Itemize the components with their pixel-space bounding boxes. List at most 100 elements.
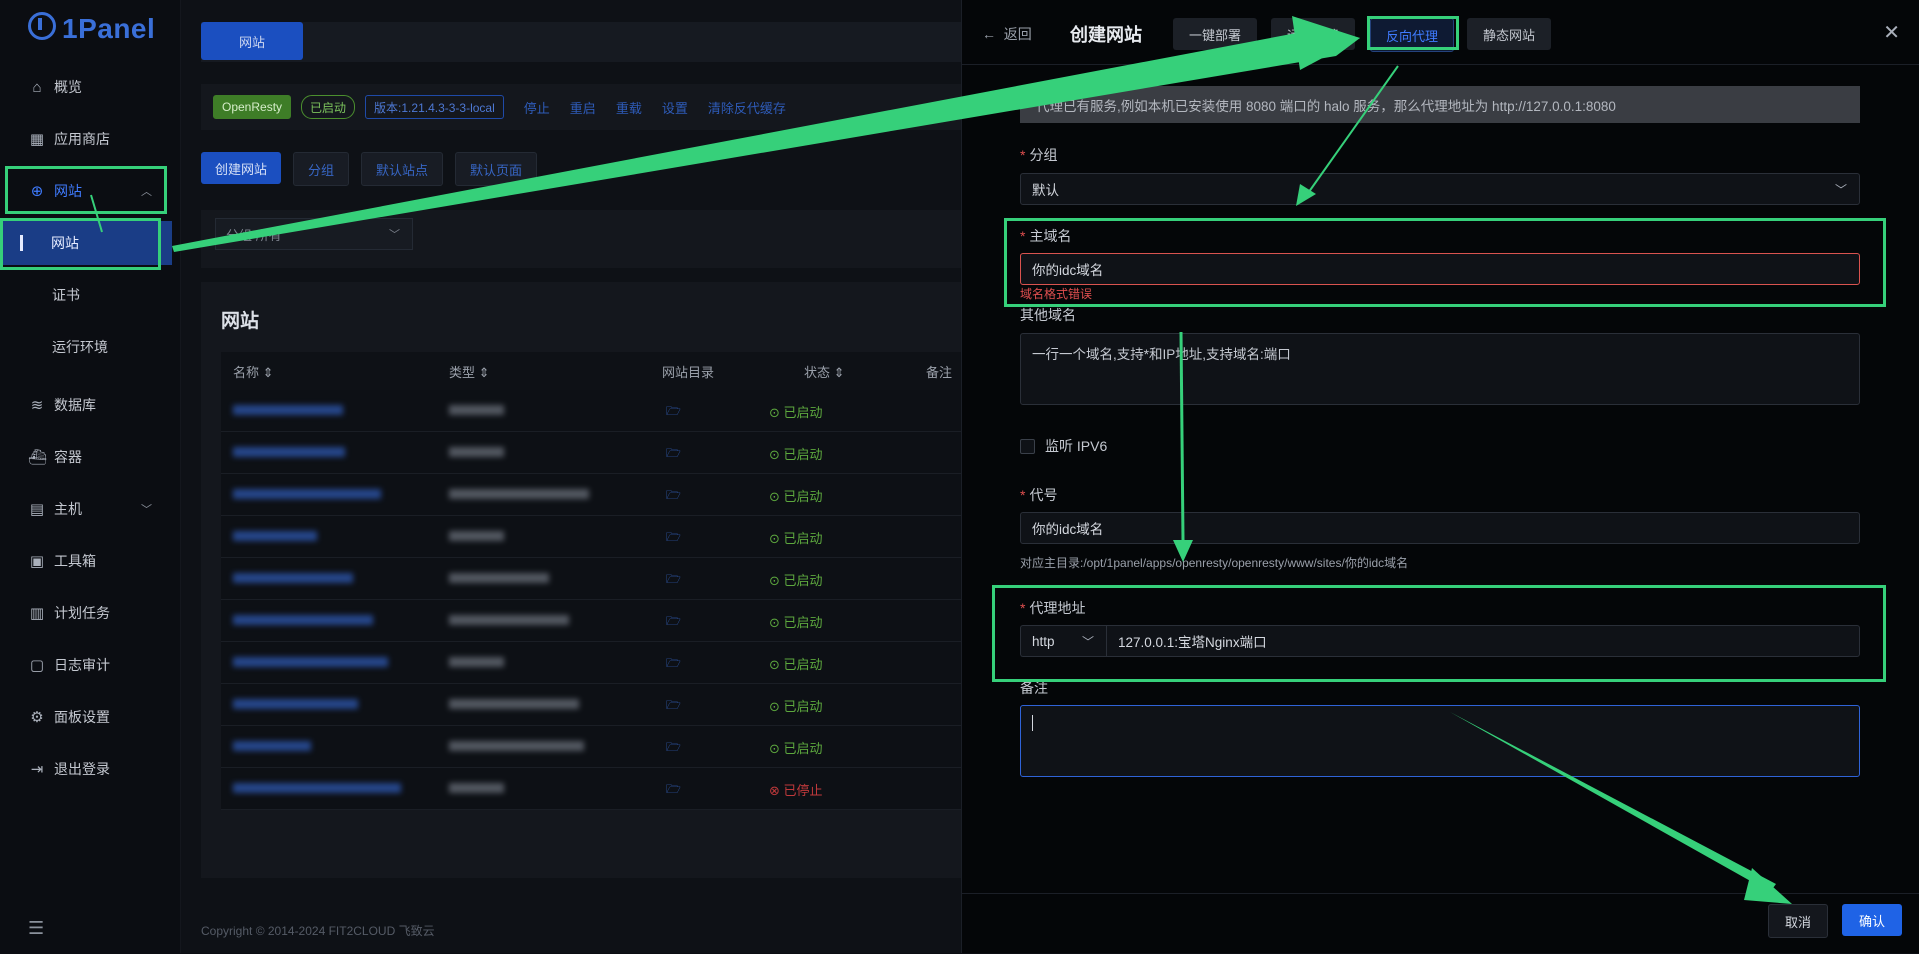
sidebar-item-toolbox[interactable]: ▣ 工具箱 — [0, 541, 180, 581]
group-filter-select[interactable]: 分组 所有 ﹀ — [215, 218, 413, 250]
table-row[interactable]: 🗁 ⊙ 已启动 — [221, 726, 1001, 768]
folder-icon[interactable]: 🗁 — [666, 570, 681, 591]
sidebar-item-website[interactable]: ⊕ 网站 ︿ — [0, 171, 180, 211]
sidebar-item-cron[interactable]: ▥ 计划任务 — [0, 593, 180, 633]
close-icon[interactable]: ✕ — [1883, 20, 1900, 45]
reload-link[interactable]: 重载 — [616, 98, 642, 117]
tab-strip — [201, 22, 981, 62]
table-row[interactable]: 🗁 ⊙ 已启动 — [221, 600, 1001, 642]
group-label: * 分组 — [1020, 147, 1058, 163]
create-website-button[interactable]: 创建网站 — [201, 152, 282, 184]
openresty-status-bar: OpenResty 已启动 版本:1.21.4.3-3-3-local 停止 重… — [201, 84, 981, 130]
default-site-button[interactable]: 默认站点 — [361, 152, 444, 186]
folder-icon[interactable]: 🗁 — [666, 528, 681, 549]
site-name-blurred[interactable] — [233, 573, 353, 583]
proxy-address-input[interactable]: 127.0.0.1:宝塔Nginx端口 — [1106, 625, 1860, 657]
other-domains-textarea[interactable]: 一行一个域名,支持*和IP地址,支持域名:端口 — [1020, 333, 1860, 405]
folder-icon[interactable]: 🗁 — [666, 780, 681, 801]
stop-link[interactable]: 停止 — [524, 98, 550, 117]
site-name-blurred[interactable] — [233, 405, 343, 415]
table-row[interactable]: 🗁 ⊙ 已启动 — [221, 642, 1001, 684]
folder-icon[interactable]: 🗁 — [666, 738, 681, 759]
group-select[interactable]: 默认 ﹀ — [1020, 173, 1860, 205]
app-logo: 1Panel — [28, 12, 155, 45]
folder-icon[interactable]: 🗁 — [666, 612, 681, 633]
site-type-blurred — [449, 447, 504, 457]
folder-icon[interactable]: 🗁 — [666, 486, 681, 507]
sidebar-item-log-audit[interactable]: ▢ 日志审计 — [0, 645, 180, 685]
settings-link[interactable]: 设置 — [662, 98, 688, 117]
grid-icon: ▦ — [29, 131, 45, 148]
table-row[interactable]: 🗁 ⊙ 已启动 — [221, 390, 1001, 432]
version-tag: 版本:1.21.4.3-3-3-local — [365, 95, 504, 119]
clear-proxy-cache-link[interactable]: 清除反代缓存 — [708, 98, 786, 117]
sidebar-subitem-website[interactable]: 网站 — [0, 221, 172, 265]
primary-domain-error: 域名格式错误 — [1020, 287, 1093, 301]
remark-textarea[interactable] — [1020, 705, 1860, 777]
sidebar-subitem-runtime[interactable]: 运行环境 — [0, 325, 172, 369]
table-row[interactable]: 🗁 ⊙ 已启动 — [221, 432, 1001, 474]
status-cell: ⊙ 已启动 — [769, 447, 823, 462]
back-button[interactable]: ← 返回 — [982, 24, 1032, 44]
tab-static-site[interactable]: 静态网站 — [1467, 18, 1551, 50]
tab-one-click-deploy[interactable]: 一键部署 — [1173, 18, 1257, 50]
primary-domain-label: * 主域名 — [1020, 228, 1072, 244]
log-icon: ▢ — [29, 657, 45, 674]
sidebar-subitem-certificate[interactable]: 证书 — [0, 273, 172, 317]
proxy-protocol-select[interactable]: http ﹀ — [1020, 625, 1106, 657]
home-icon: ⌂ — [32, 78, 42, 96]
folder-icon[interactable]: 🗁 — [666, 444, 681, 465]
chevron-up-icon: ︿ — [141, 186, 152, 198]
sidebar-item-logout[interactable]: ⇥ 退出登录 — [0, 749, 180, 789]
chevron-down-icon: ﹀ — [141, 504, 152, 516]
tab-website[interactable]: 网站 — [201, 22, 303, 60]
site-name-blurred[interactable] — [233, 657, 388, 667]
ipv6-checkbox-row[interactable]: 监听 IPV6 — [1020, 436, 1107, 456]
site-name-blurred[interactable] — [233, 531, 317, 541]
sidebar-item-container[interactable]: ⛴ 容器 — [0, 437, 180, 477]
site-name-blurred[interactable] — [233, 699, 358, 709]
table-row[interactable]: 🗁 ⊙ 已启动 — [221, 684, 1001, 726]
cancel-button[interactable]: 取消 — [1768, 904, 1828, 938]
sidebar-item-settings[interactable]: ⚙ 面板设置 — [0, 697, 180, 737]
chevron-down-icon: ﹀ — [1081, 634, 1094, 649]
sidebar-item-host[interactable]: ▤ 主机 ﹀ — [0, 489, 180, 529]
site-type-blurred — [449, 573, 549, 583]
folder-icon[interactable]: 🗁 — [666, 696, 681, 717]
status-cell: ⊗ 已停止 — [769, 783, 823, 798]
table-row[interactable]: 🗁 ⊙ 已启动 — [221, 516, 1001, 558]
table-row[interactable]: 🗁 ⊙ 已启动 — [221, 474, 1001, 516]
create-website-drawer: ← 返回 创建网站 一键部署 运行环境 反向代理 静态网站 ✕ 代理已有服务,例… — [961, 0, 1919, 953]
column-name[interactable]: 名称 ⇕ — [233, 362, 274, 381]
site-name-blurred[interactable] — [233, 783, 401, 793]
default-page-button[interactable]: 默认页面 — [455, 152, 538, 186]
alias-input[interactable]: 你的idc域名 — [1020, 512, 1860, 544]
column-status[interactable]: 状态 ⇕ — [804, 362, 845, 381]
site-type-blurred — [449, 783, 504, 793]
restart-link[interactable]: 重启 — [570, 98, 596, 117]
site-name-blurred[interactable] — [233, 489, 381, 499]
folder-icon[interactable]: 🗁 — [666, 654, 681, 675]
collapse-menu-icon[interactable]: ☰ — [28, 918, 48, 939]
proxy-address-label: * 代理地址 — [1020, 600, 1086, 616]
calendar-icon: ▥ — [29, 605, 45, 622]
sidebar-item-app-store[interactable]: ▦ 应用商店 — [0, 119, 180, 159]
tab-runtime[interactable]: 运行环境 — [1271, 18, 1355, 50]
status-badge: 已启动 — [301, 95, 356, 119]
site-name-blurred[interactable] — [233, 741, 311, 751]
table-row[interactable]: 🗁 ⊗ 已停止 — [221, 768, 1001, 810]
sidebar-item-overview[interactable]: ⌂ 概览 — [0, 67, 180, 107]
column-type[interactable]: 类型 ⇕ — [449, 362, 490, 381]
primary-domain-input[interactable]: 你的idc域名 — [1020, 253, 1860, 285]
site-name-blurred[interactable] — [233, 615, 373, 625]
remark-label: 备注 — [1020, 680, 1048, 696]
sidebar-item-database[interactable]: ≋ 数据库 — [0, 385, 180, 425]
site-name-blurred[interactable] — [233, 447, 345, 457]
confirm-button[interactable]: 确认 — [1842, 904, 1902, 936]
ipv6-checkbox[interactable] — [1020, 438, 1035, 454]
group-button[interactable]: 分组 — [293, 152, 350, 186]
website-list-panel: 网站 名称 ⇕ 类型 ⇕ 网站目录 状态 ⇕ 备注 🗁 ⊙ 已启动 🗁 ⊙ 已启动 … — [201, 282, 1001, 878]
tab-reverse-proxy[interactable]: 反向代理 — [1370, 18, 1454, 52]
table-row[interactable]: 🗁 ⊙ 已启动 — [221, 558, 1001, 600]
folder-icon[interactable]: 🗁 — [666, 402, 681, 423]
